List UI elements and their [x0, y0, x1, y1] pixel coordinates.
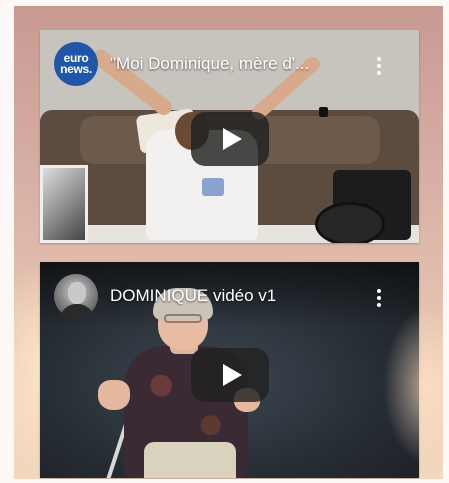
avatar-shoulders — [60, 304, 94, 318]
thumb-photo-frame — [40, 165, 88, 243]
video-card-1[interactable]: euro news. "Moi Dominique, mère d'... — [40, 30, 419, 243]
video-header-1: euro news. "Moi Dominique, mère d'... — [40, 30, 419, 98]
play-icon — [222, 364, 242, 386]
page-background: euro news. "Moi Dominique, mère d'... DO… — [14, 6, 443, 479]
video-header-2: DOMINIQUE vidéo v1 — [40, 262, 419, 330]
video-title-2[interactable]: DOMINIQUE vidéo v1 — [110, 286, 360, 306]
euronews-logo-icon[interactable]: euro news. — [54, 42, 98, 86]
more-vert-icon[interactable] — [369, 54, 389, 78]
thumb-watch — [319, 107, 328, 117]
user-avatar-icon[interactable] — [54, 274, 98, 318]
play-icon — [222, 128, 242, 150]
play-button-2[interactable] — [191, 348, 269, 402]
thumb-hand-left — [98, 380, 130, 410]
more-vert-icon[interactable] — [369, 286, 389, 310]
thumb-shirt-logo — [202, 178, 224, 196]
thumb-chair-wheel — [315, 202, 385, 243]
avatar-face — [68, 282, 86, 304]
video-card-2[interactable]: DOMINIQUE vidéo v1 — [40, 262, 419, 478]
play-button-1[interactable] — [191, 112, 269, 166]
thumb-person-pants — [144, 442, 236, 478]
logo-text-line-2: news. — [60, 62, 92, 76]
video-title-1[interactable]: "Moi Dominique, mère d'... — [110, 54, 360, 74]
